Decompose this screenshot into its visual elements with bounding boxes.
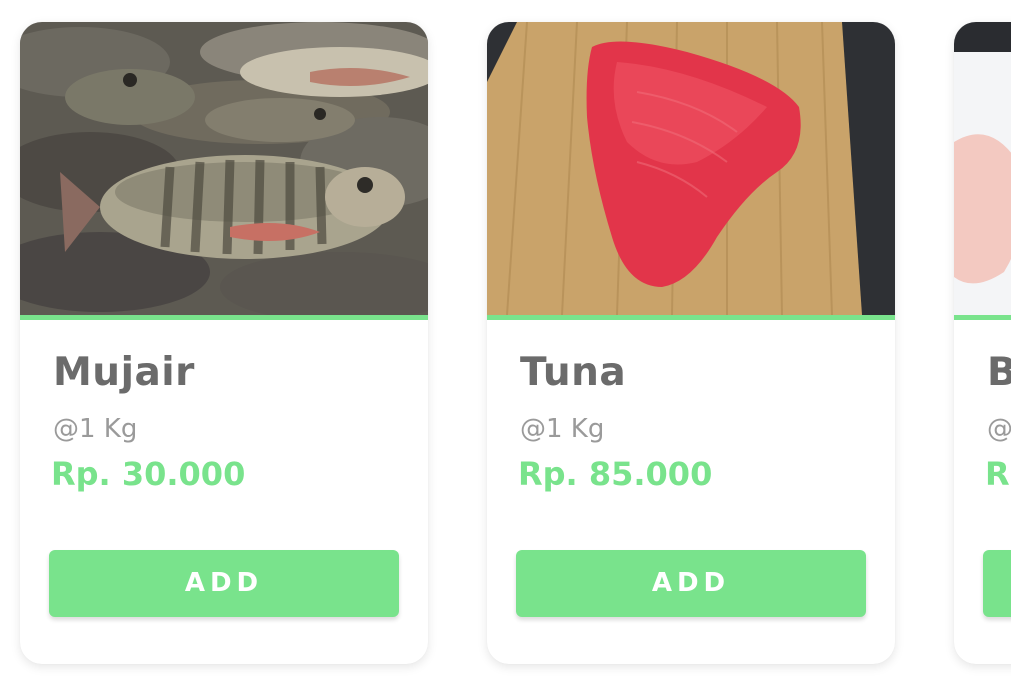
- viewport-edge: [1011, 0, 1031, 687]
- image-accent-line: [20, 315, 428, 320]
- product-card-mujair[interactable]: Mujair @1 Kg Rp. 30.000 ADD: [20, 22, 428, 664]
- product-price: Rp. 85.000: [518, 455, 713, 493]
- add-button-mujair[interactable]: ADD: [49, 550, 399, 617]
- image-accent-line: [487, 315, 895, 320]
- product-image-mujair: [20, 22, 428, 315]
- product-name: Tuna: [520, 350, 627, 395]
- product-unit: @: [987, 414, 1013, 444]
- product-price: Rp. 30.000: [51, 455, 246, 493]
- add-button-tuna[interactable]: ADD: [516, 550, 866, 617]
- product-card-tuna[interactable]: Tuna @1 Kg Rp. 85.000 ADD: [487, 22, 895, 664]
- product-name: Mujair: [53, 350, 195, 395]
- product-list[interactable]: Mujair @1 Kg Rp. 30.000 ADD Tuna @1 Kg R…: [0, 0, 1031, 687]
- product-image-tuna: [487, 22, 895, 315]
- product-unit: @1 Kg: [53, 414, 138, 444]
- product-unit: @1 Kg: [520, 414, 605, 444]
- product-price: R: [985, 455, 1010, 493]
